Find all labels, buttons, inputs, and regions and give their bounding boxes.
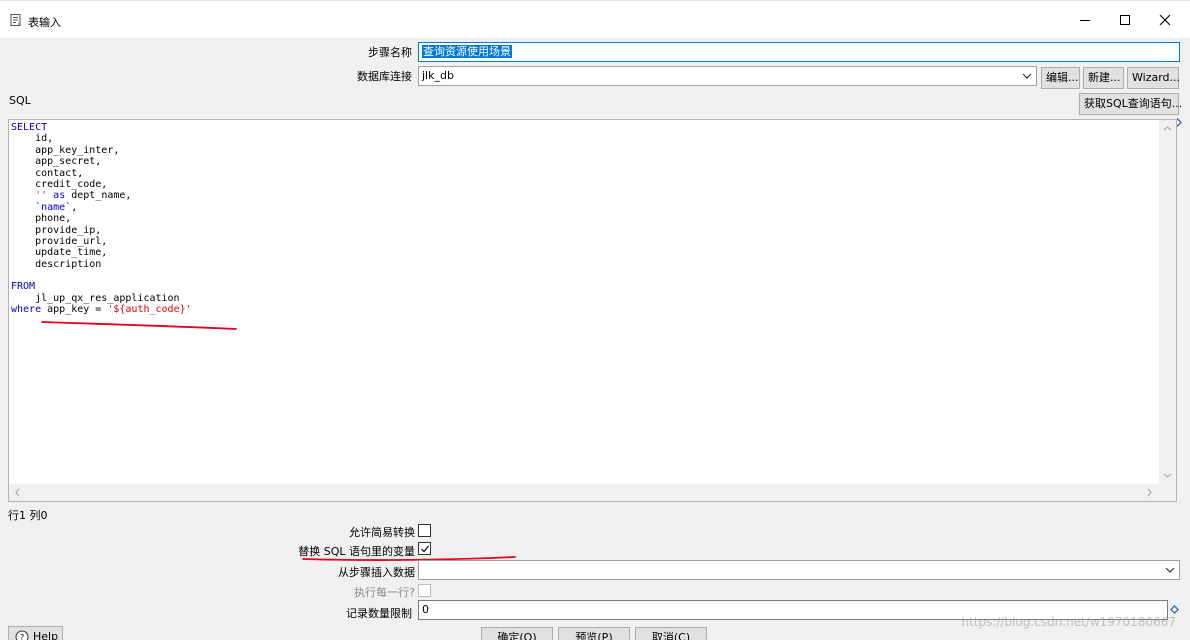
sql-text: dept_name, bbox=[65, 190, 132, 202]
scroll-right-icon bbox=[1147, 488, 1152, 497]
sql-text: app_key_inter, bbox=[11, 144, 120, 156]
cursor-position: 行1 列0 bbox=[8, 509, 48, 522]
sql-line: app_key_inter, bbox=[11, 145, 192, 156]
sql-text: description bbox=[11, 258, 102, 270]
edit-connection-button[interactable]: 编辑... bbox=[1041, 67, 1080, 89]
db-connection-label: 数据库连接 bbox=[357, 70, 412, 83]
sql-keyword: FROM bbox=[11, 281, 36, 293]
sql-line: jl_up_qx_res_application bbox=[11, 293, 192, 304]
sql-text: credit_code, bbox=[11, 178, 108, 190]
close-icon bbox=[1159, 14, 1171, 26]
sql-text: app_secret, bbox=[11, 156, 102, 168]
sql-line: provide_ip, bbox=[11, 225, 192, 236]
wizard-button[interactable]: Wizard... bbox=[1127, 67, 1180, 89]
sql-string: '' bbox=[35, 190, 48, 202]
sql-line: id, bbox=[11, 133, 192, 144]
sql-text: update_time, bbox=[11, 247, 108, 259]
sql-code: SELECT id, app_key_inter, app_secret, co… bbox=[11, 122, 192, 316]
sql-keyword: as bbox=[53, 190, 66, 202]
sql-text: , bbox=[71, 201, 78, 213]
sql-line: FROM bbox=[11, 281, 192, 292]
svg-text:?: ? bbox=[20, 634, 25, 640]
minimize-button[interactable] bbox=[1063, 1, 1107, 39]
sql-keyword: where bbox=[11, 304, 42, 316]
chevron-down-icon bbox=[1165, 567, 1175, 573]
execute-each-row-label: 执行每一行? bbox=[354, 586, 415, 599]
new-connection-button[interactable]: 新建... bbox=[1083, 67, 1124, 89]
sql-text: contact, bbox=[11, 167, 84, 179]
sql-line: app_secret, bbox=[11, 156, 192, 167]
sql-text: provide_ip, bbox=[11, 224, 102, 236]
sql-line: `name`, bbox=[11, 202, 192, 213]
scroll-down-icon bbox=[1163, 473, 1172, 478]
record-limit-label: 记录数量限制 bbox=[346, 607, 412, 620]
sql-line: description bbox=[11, 259, 192, 270]
sql-line: '' as dept_name, bbox=[11, 190, 192, 201]
db-connection-value: jlk_db bbox=[422, 69, 454, 82]
help-label: Help bbox=[33, 630, 59, 640]
horizontal-scrollbar[interactable] bbox=[9, 484, 1176, 501]
sql-text: app_key = bbox=[41, 304, 108, 316]
help-icon: ? bbox=[15, 630, 29, 640]
sql-text: id, bbox=[11, 133, 54, 145]
sql-line: SELECT bbox=[11, 122, 192, 133]
sql-string: '${auth_code}' bbox=[107, 304, 192, 316]
sql-keyword: SELECT bbox=[11, 122, 48, 133]
step-name-value: 查询资源使用场景 bbox=[422, 45, 512, 58]
close-button[interactable] bbox=[1143, 1, 1187, 39]
cancel-button[interactable]: 取消(C) bbox=[635, 627, 707, 640]
sql-text: phone, bbox=[11, 213, 72, 225]
dialog-body: 步骤名称 查询资源使用场景 数据库连接 jlk_db 编辑... 新建... W… bbox=[0, 38, 1190, 640]
document-icon bbox=[10, 14, 21, 26]
window-titlebar: 表输入 bbox=[0, 0, 1190, 38]
sql-editor[interactable]: SELECT id, app_key_inter, app_secret, co… bbox=[8, 119, 1177, 502]
sql-line: phone, bbox=[11, 213, 192, 224]
step-name-label: 步骤名称 bbox=[368, 46, 412, 59]
minimize-icon bbox=[1080, 20, 1090, 21]
scroll-up-icon bbox=[1163, 126, 1172, 131]
annotation-underline bbox=[41, 321, 237, 330]
variable-indicator-icon bbox=[1170, 605, 1179, 614]
lazy-conversion-checkbox[interactable] bbox=[418, 524, 431, 537]
sql-text: jl_up_qx_res_application bbox=[11, 292, 180, 304]
chevron-down-icon bbox=[1022, 73, 1032, 79]
scroll-left-icon bbox=[15, 488, 20, 497]
get-sql-button[interactable]: 获取SQL查询语句... bbox=[1079, 93, 1182, 115]
sql-label: SQL bbox=[9, 94, 31, 107]
sql-line bbox=[11, 270, 192, 281]
vertical-scrollbar[interactable] bbox=[1159, 120, 1176, 484]
sql-line: update_time, bbox=[11, 247, 192, 258]
sql-line: where app_key = '${auth_code}' bbox=[11, 304, 192, 315]
lazy-conversion-label: 允许简易转换 bbox=[349, 526, 415, 539]
watermark: https://blog.csdn.net/w1970180667 bbox=[961, 615, 1176, 629]
record-limit-value: 0 bbox=[422, 603, 429, 616]
insert-from-step-select[interactable] bbox=[418, 560, 1180, 580]
preview-button[interactable]: 预览(P) bbox=[558, 627, 630, 640]
insert-from-step-label: 从步骤插入数据 bbox=[338, 566, 415, 579]
help-button[interactable]: ? Help bbox=[8, 626, 63, 640]
sql-line: contact, bbox=[11, 168, 192, 179]
step-name-input[interactable]: 查询资源使用场景 bbox=[418, 42, 1180, 62]
execute-each-row-checkbox[interactable] bbox=[418, 584, 431, 597]
maximize-button[interactable] bbox=[1103, 1, 1147, 39]
window-title: 表输入 bbox=[28, 16, 61, 29]
sql-text: provide_url, bbox=[11, 235, 108, 247]
sql-keyword: `name` bbox=[35, 201, 72, 213]
ok-button[interactable]: 确定(O) bbox=[481, 627, 553, 640]
sql-line: provide_url, bbox=[11, 236, 192, 247]
db-connection-select[interactable]: jlk_db bbox=[418, 66, 1037, 86]
sql-line: credit_code, bbox=[11, 179, 192, 190]
maximize-icon bbox=[1120, 15, 1130, 25]
